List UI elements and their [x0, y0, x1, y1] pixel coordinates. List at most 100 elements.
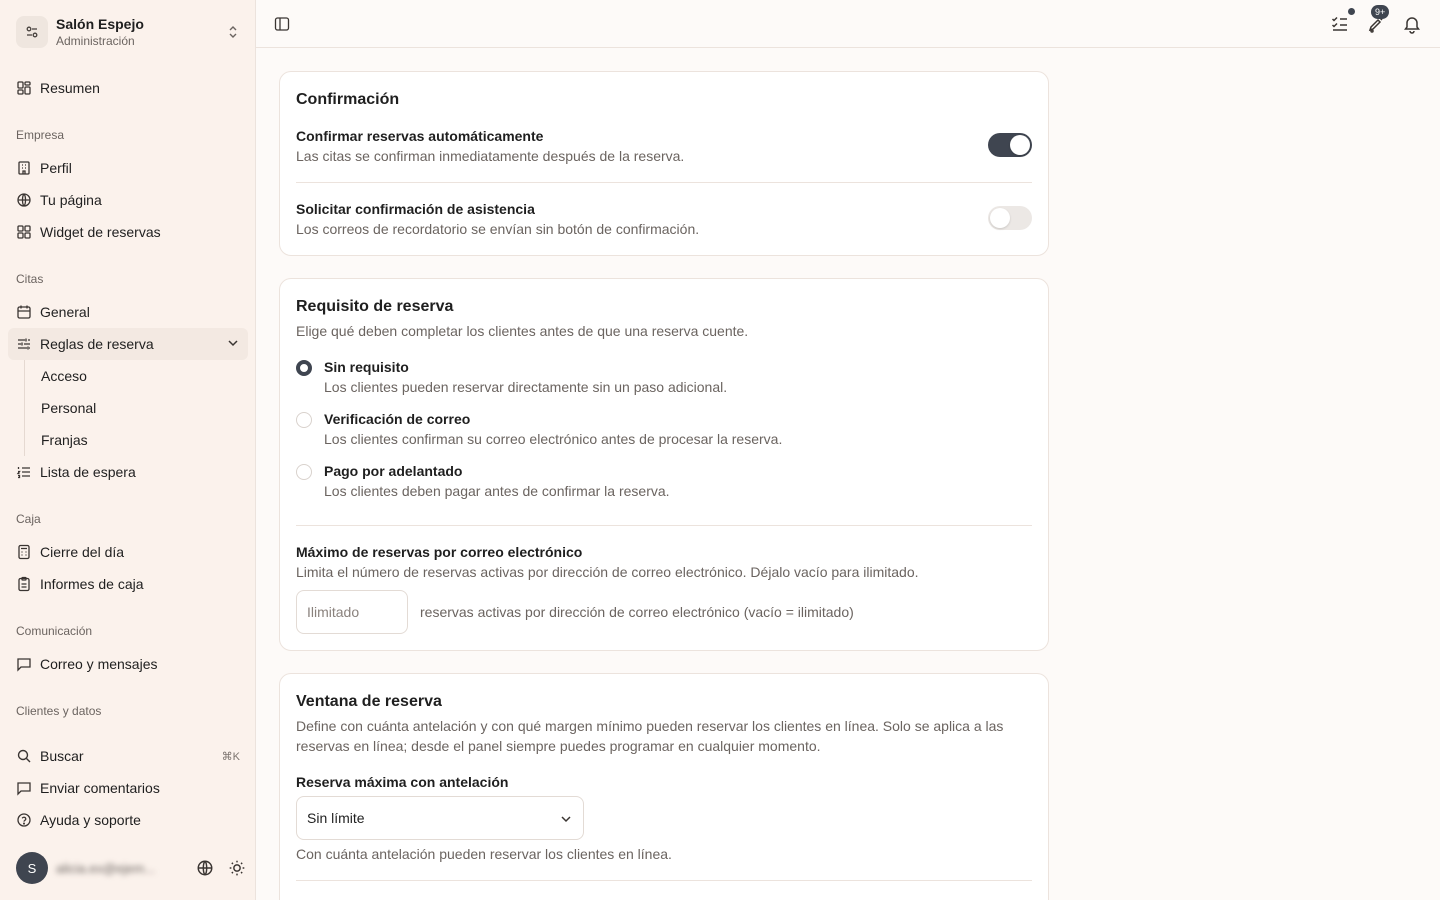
count-badge: 9+	[1371, 5, 1390, 19]
card-title: Confirmación	[296, 91, 400, 108]
sidebar-item-label: Cierre del día	[40, 544, 125, 560]
toggle-knob	[1010, 135, 1030, 155]
row-title: Solicitar confirmación de asistencia	[296, 201, 535, 217]
message-square-icon	[16, 780, 32, 796]
section-empresa: Empresa	[16, 128, 65, 142]
field-label: Reserva máxima con antelación	[296, 774, 509, 790]
user-menu[interactable]: S alicia.ex@ejem...	[16, 852, 246, 884]
field-description: Limita el número de reservas activas por…	[296, 564, 919, 580]
language-globe-icon[interactable]	[196, 859, 214, 880]
user-email: alicia.ex@ejem...	[56, 860, 156, 876]
sidebar-toggle-icon[interactable]	[274, 16, 290, 35]
sidebar-item-label: Buscar	[40, 748, 84, 764]
dashboard-icon	[16, 80, 32, 96]
radio-pago-adelantado[interactable]	[296, 464, 312, 480]
sidebar-item-perfil[interactable]: Perfil	[8, 152, 248, 184]
card-description: Define con cuánta antelación y con qué m…	[296, 718, 1004, 754]
sidebar-item-informes[interactable]: Informes de caja	[8, 568, 248, 600]
sidebar-item-buscar[interactable]: Buscar ⌘K	[8, 740, 248, 772]
org-settings-icon	[16, 16, 48, 48]
sidebar-item-label: Tu página	[40, 192, 102, 208]
section-comunicacion: Comunicación	[16, 624, 93, 638]
sidebar-item-label: Widget de reservas	[40, 224, 161, 240]
sidebar-item-general[interactable]: General	[8, 296, 248, 328]
field-label: Máximo de reservas por correo electrónic…	[296, 544, 583, 560]
input-suffix-text: reservas activas por dirección de correo…	[420, 604, 854, 620]
auto-confirm-toggle[interactable]	[988, 133, 1032, 157]
radio-sin-requisito[interactable]	[296, 360, 312, 376]
avatar: S	[16, 852, 48, 884]
sidebar-item-correo[interactable]: Correo y mensajes	[8, 648, 248, 680]
search-icon	[16, 748, 32, 764]
org-switcher[interactable]: Salón Espejo Administración	[8, 8, 248, 56]
sidebar-subitem-franjas[interactable]: Franjas	[33, 424, 233, 456]
org-role: Administración	[56, 33, 135, 48]
radio-label: Sin requisito	[324, 359, 409, 375]
radio-description: Los clientes confirman su correo electró…	[324, 431, 783, 447]
max-advance-select[interactable]: Sin límite	[296, 796, 584, 840]
sidebar-item-reglas[interactable]: Reglas de reserva	[8, 328, 248, 360]
row-description: Los correos de recordatorio se envían si…	[296, 221, 700, 237]
radio-label: Pago por adelantado	[324, 463, 463, 479]
radio-description: Los clientes deben pagar antes de confir…	[324, 483, 670, 499]
row-description: Las citas se confirman inmediatamente de…	[296, 148, 685, 164]
sidebar-item-label: Perfil	[40, 160, 72, 176]
sidebar-item-label: Resumen	[40, 80, 100, 96]
divider	[296, 182, 1032, 183]
toggle-knob	[990, 208, 1010, 228]
card-title: Ventana de reserva	[296, 693, 442, 710]
tasks-checklist-icon[interactable]	[1330, 7, 1356, 34]
sidebar-item-label: Informes de caja	[40, 576, 144, 592]
card-title: Requisito de reserva	[296, 298, 454, 315]
card-ventana: Ventana de reserva Define con cuánta ant…	[279, 673, 1049, 900]
sidebar-subitem-acceso[interactable]: Acceso	[33, 360, 233, 392]
radio-label: Verificación de correo	[324, 411, 471, 427]
sidebar-subitem-personal[interactable]: Personal	[33, 392, 233, 424]
org-name: Salón Espejo	[56, 15, 144, 32]
globe-icon	[16, 192, 32, 208]
message-square-icon	[16, 656, 32, 672]
list-ordered-icon	[16, 464, 32, 480]
building-icon	[16, 160, 32, 176]
select-value: Sin límite	[307, 810, 365, 826]
sidebar-item-cierre[interactable]: Cierre del día	[8, 536, 248, 568]
sidebar-item-label: Ayuda y soporte	[40, 812, 141, 828]
sidebar-item-widget[interactable]: Widget de reservas	[8, 216, 248, 248]
sidebar-item-label: Lista de espera	[40, 464, 136, 480]
row-title: Confirmar reservas automáticamente	[296, 128, 544, 144]
sidebar-item-tu-pagina[interactable]: Tu página	[8, 184, 248, 216]
section-caja: Caja	[16, 512, 41, 526]
attendance-confirm-toggle[interactable]	[988, 206, 1032, 230]
radio-verificacion-correo[interactable]	[296, 412, 312, 428]
main-content: 9+ Confirmación Confirmar reservas autom…	[256, 0, 1440, 900]
chevron-down-icon	[226, 336, 240, 353]
card-description: Elige qué deben completar los clientes a…	[296, 323, 749, 339]
card-requisito: Requisito de reserva Elige qué deben com…	[279, 278, 1049, 651]
sidebar-item-label: Correo y mensajes	[40, 656, 158, 672]
help-circle-icon	[16, 812, 32, 828]
grid-icon	[16, 224, 32, 240]
theme-sun-icon[interactable]	[228, 859, 246, 880]
sidebar-item-lista-espera[interactable]: Lista de espera	[8, 456, 248, 488]
chevron-down-icon	[559, 812, 573, 829]
section-clientes: Clientes y datos	[16, 704, 102, 718]
sidebar-item-ayuda[interactable]: Ayuda y soporte	[8, 804, 248, 836]
sidebar-item-resumen[interactable]: Resumen	[8, 72, 248, 104]
sidebar-item-comentarios[interactable]: Enviar comentarios	[8, 772, 248, 804]
clipboard-icon	[16, 576, 32, 592]
sliders-icon	[16, 336, 32, 352]
radio-description: Los clientes pueden reservar directament…	[324, 379, 728, 395]
keyboard-shortcut: ⌘K	[221, 750, 240, 763]
card-confirmacion: Confirmación Confirmar reservas automáti…	[279, 71, 1049, 256]
sidebar-item-label: General	[40, 304, 90, 320]
notification-dot	[1347, 7, 1356, 16]
rocket-icon[interactable]: 9+	[1366, 5, 1390, 34]
max-bookings-input[interactable]	[296, 590, 408, 634]
divider	[296, 880, 1032, 881]
bell-icon[interactable]	[1402, 14, 1422, 34]
sidebar: Salón Espejo Administración Resumen Empr…	[0, 0, 256, 900]
submenu-guide-line	[24, 360, 25, 456]
calendar-icon	[16, 304, 32, 320]
sidebar-item-label: Reglas de reserva	[40, 336, 154, 352]
field-help: Con cuánta antelación pueden reservar lo…	[296, 846, 672, 862]
